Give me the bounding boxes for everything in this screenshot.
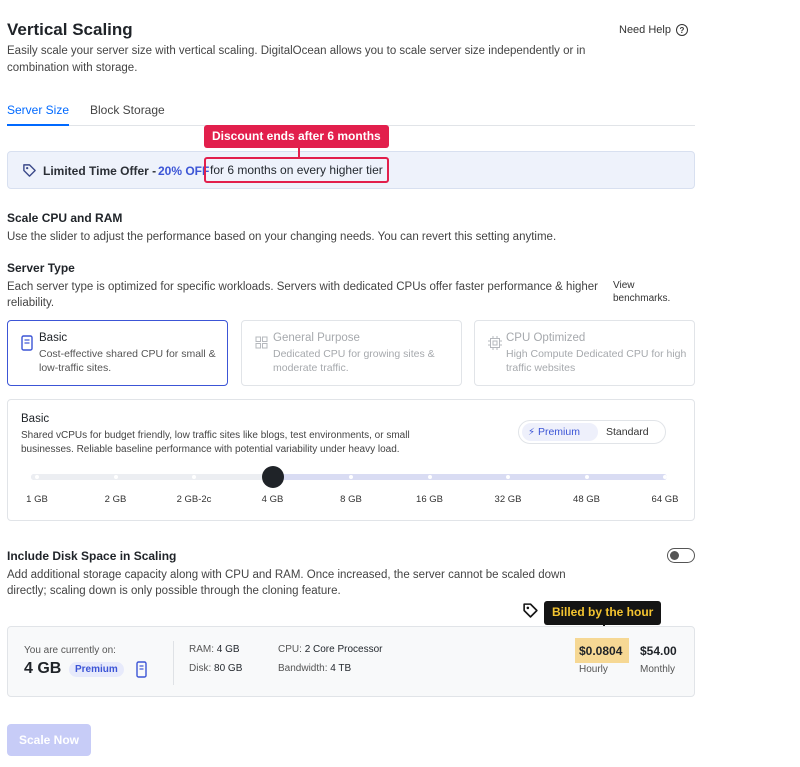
tab-server-size[interactable]: Server Size xyxy=(7,103,70,126)
ram-label: RAM: xyxy=(189,644,214,655)
tag-icon xyxy=(523,603,538,618)
scale-now-button[interactable]: Scale Now xyxy=(7,724,91,756)
limited-offer-banner: Limited Time Offer - 20% OFF for 6 month… xyxy=(7,151,695,189)
server-type-card-cpu-optimized[interactable]: CPU Optimized High Compute Dedicated CPU… xyxy=(474,320,695,386)
disk-label: Disk: xyxy=(189,663,212,674)
cpu-chip-icon xyxy=(488,336,502,350)
slider-panel-title: Basic xyxy=(21,413,50,425)
size-slider-panel: Basic Shared vCPUs for budget friendly, … xyxy=(7,399,695,521)
server-type-description: Each server type is optimized for specif… xyxy=(7,281,599,309)
monthly-label: Monthly xyxy=(640,664,676,675)
plan-badge: Premium xyxy=(69,662,124,677)
disk-section-title: Include Disk Space in Scaling xyxy=(7,549,177,563)
slider-size-label[interactable]: 2 GB-2c xyxy=(164,494,224,505)
plan-toggle: ⚡ Premium Standard xyxy=(518,420,666,444)
disk-section-description: Add additional storage capacity along wi… xyxy=(7,569,566,597)
disk-spec: Disk: 80 GB xyxy=(189,663,242,674)
server-type-card-general-purpose[interactable]: General Purpose Dedicated CPU for growin… xyxy=(241,320,462,386)
need-help-link[interactable]: Need Help ? xyxy=(619,24,688,36)
card-description: Cost-effective shared CPU for small & lo… xyxy=(39,348,216,374)
scale-section-description: Use the slider to adjust the performance… xyxy=(7,231,557,243)
lightning-icon: ⚡ xyxy=(528,427,536,438)
disk-value: 80 GB xyxy=(214,663,243,674)
slider-size-label[interactable]: 32 GB xyxy=(478,494,538,505)
slider-track-filled xyxy=(31,474,273,480)
bandwidth-value: 4 TB xyxy=(330,663,352,674)
ram-value: 4 GB xyxy=(216,644,240,655)
slider-tick[interactable] xyxy=(584,475,589,479)
card-name: Basic xyxy=(39,332,68,344)
server-icon xyxy=(136,661,147,678)
slider-size-label[interactable]: 4 GB xyxy=(243,494,303,505)
slider-size-label[interactable]: 48 GB xyxy=(557,494,617,505)
slider-tick[interactable] xyxy=(506,475,510,479)
scale-section-title: Scale CPU and RAM xyxy=(7,211,123,225)
disk-scaling-toggle[interactable] xyxy=(667,548,695,563)
slider-size-label[interactable]: 16 GB xyxy=(400,494,460,505)
card-description: High Compute Dedicated CPU for high traf… xyxy=(506,348,687,374)
slider-tick[interactable] xyxy=(663,475,667,479)
server-type-title: Server Type xyxy=(7,261,75,275)
question-circle-icon: ? xyxy=(675,24,688,36)
server-type-card-basic[interactable]: Basic Cost-effective shared CPU for smal… xyxy=(7,320,228,386)
plan-option-premium[interactable]: ⚡ Premium xyxy=(522,423,598,441)
need-help-label: Need Help xyxy=(619,24,671,36)
hourly-label: Hourly xyxy=(579,664,608,675)
cpu-value: 2 Core Processor xyxy=(304,644,383,655)
tab-block-storage[interactable]: Block Storage xyxy=(90,103,165,126)
slider-tick[interactable] xyxy=(192,475,196,479)
bandwidth-label: Bandwidth: xyxy=(278,663,328,674)
offer-prefix: Limited Time Offer - xyxy=(43,164,157,178)
ram-spec: RAM: 4 GB xyxy=(189,644,240,655)
slider-panel-description: Shared vCPUs for budget friendly, low tr… xyxy=(21,430,410,455)
slider-size-label[interactable]: 8 GB xyxy=(321,494,381,505)
slider-size-label[interactable]: 64 GB xyxy=(635,494,695,505)
card-name: CPU Optimized xyxy=(506,332,586,344)
tab-bar: Server Size Block Storage xyxy=(7,103,695,126)
view-benchmarks-link[interactable]: View benchmarks. xyxy=(613,279,683,305)
slider-size-label[interactable]: 2 GB xyxy=(86,494,146,505)
bandwidth-spec: Bandwidth: 4 TB xyxy=(278,663,351,674)
slider-tick[interactable] xyxy=(113,475,118,479)
grid-icon xyxy=(255,336,268,349)
price-tag-icon xyxy=(23,164,36,177)
summary-divider xyxy=(173,641,174,685)
offer-percent: 20% OFF xyxy=(158,164,210,178)
current-plan-summary: You are currently on: 4 GB Premium RAM: … xyxy=(7,626,695,697)
offer-detail-highlight: for 6 months on every higher tier xyxy=(204,157,389,183)
hourly-price: $0.0804 xyxy=(579,644,623,658)
slider-tick[interactable] xyxy=(35,475,39,479)
card-description: Dedicated CPU for growing sites & modera… xyxy=(273,348,435,374)
billing-callout: Billed by the hour xyxy=(544,601,662,625)
slider-tick[interactable] xyxy=(349,475,353,479)
discount-callout-pointer xyxy=(298,148,300,157)
discount-callout: Discount ends after 6 months xyxy=(204,125,389,148)
page-title: Vertical Scaling xyxy=(7,20,133,39)
server-icon xyxy=(21,335,33,351)
card-name: General Purpose xyxy=(273,332,360,344)
plan-option-standard[interactable]: Standard xyxy=(600,423,664,441)
current-label: You are currently on: xyxy=(24,645,116,656)
current-size: 4 GB xyxy=(24,660,62,677)
monthly-price: $54.00 xyxy=(640,644,677,658)
plan-option-label: Premium xyxy=(537,426,580,438)
slider-tick[interactable] xyxy=(427,475,432,479)
toggle-knob xyxy=(670,550,679,560)
cpu-spec: CPU: 2 Core Processor xyxy=(278,644,383,655)
slider-size-label[interactable]: 1 GB xyxy=(7,494,67,505)
slider-thumb[interactable] xyxy=(261,466,284,488)
cpu-label: CPU: xyxy=(278,644,302,655)
page-subtitle: Easily scale your server size with verti… xyxy=(7,45,586,74)
